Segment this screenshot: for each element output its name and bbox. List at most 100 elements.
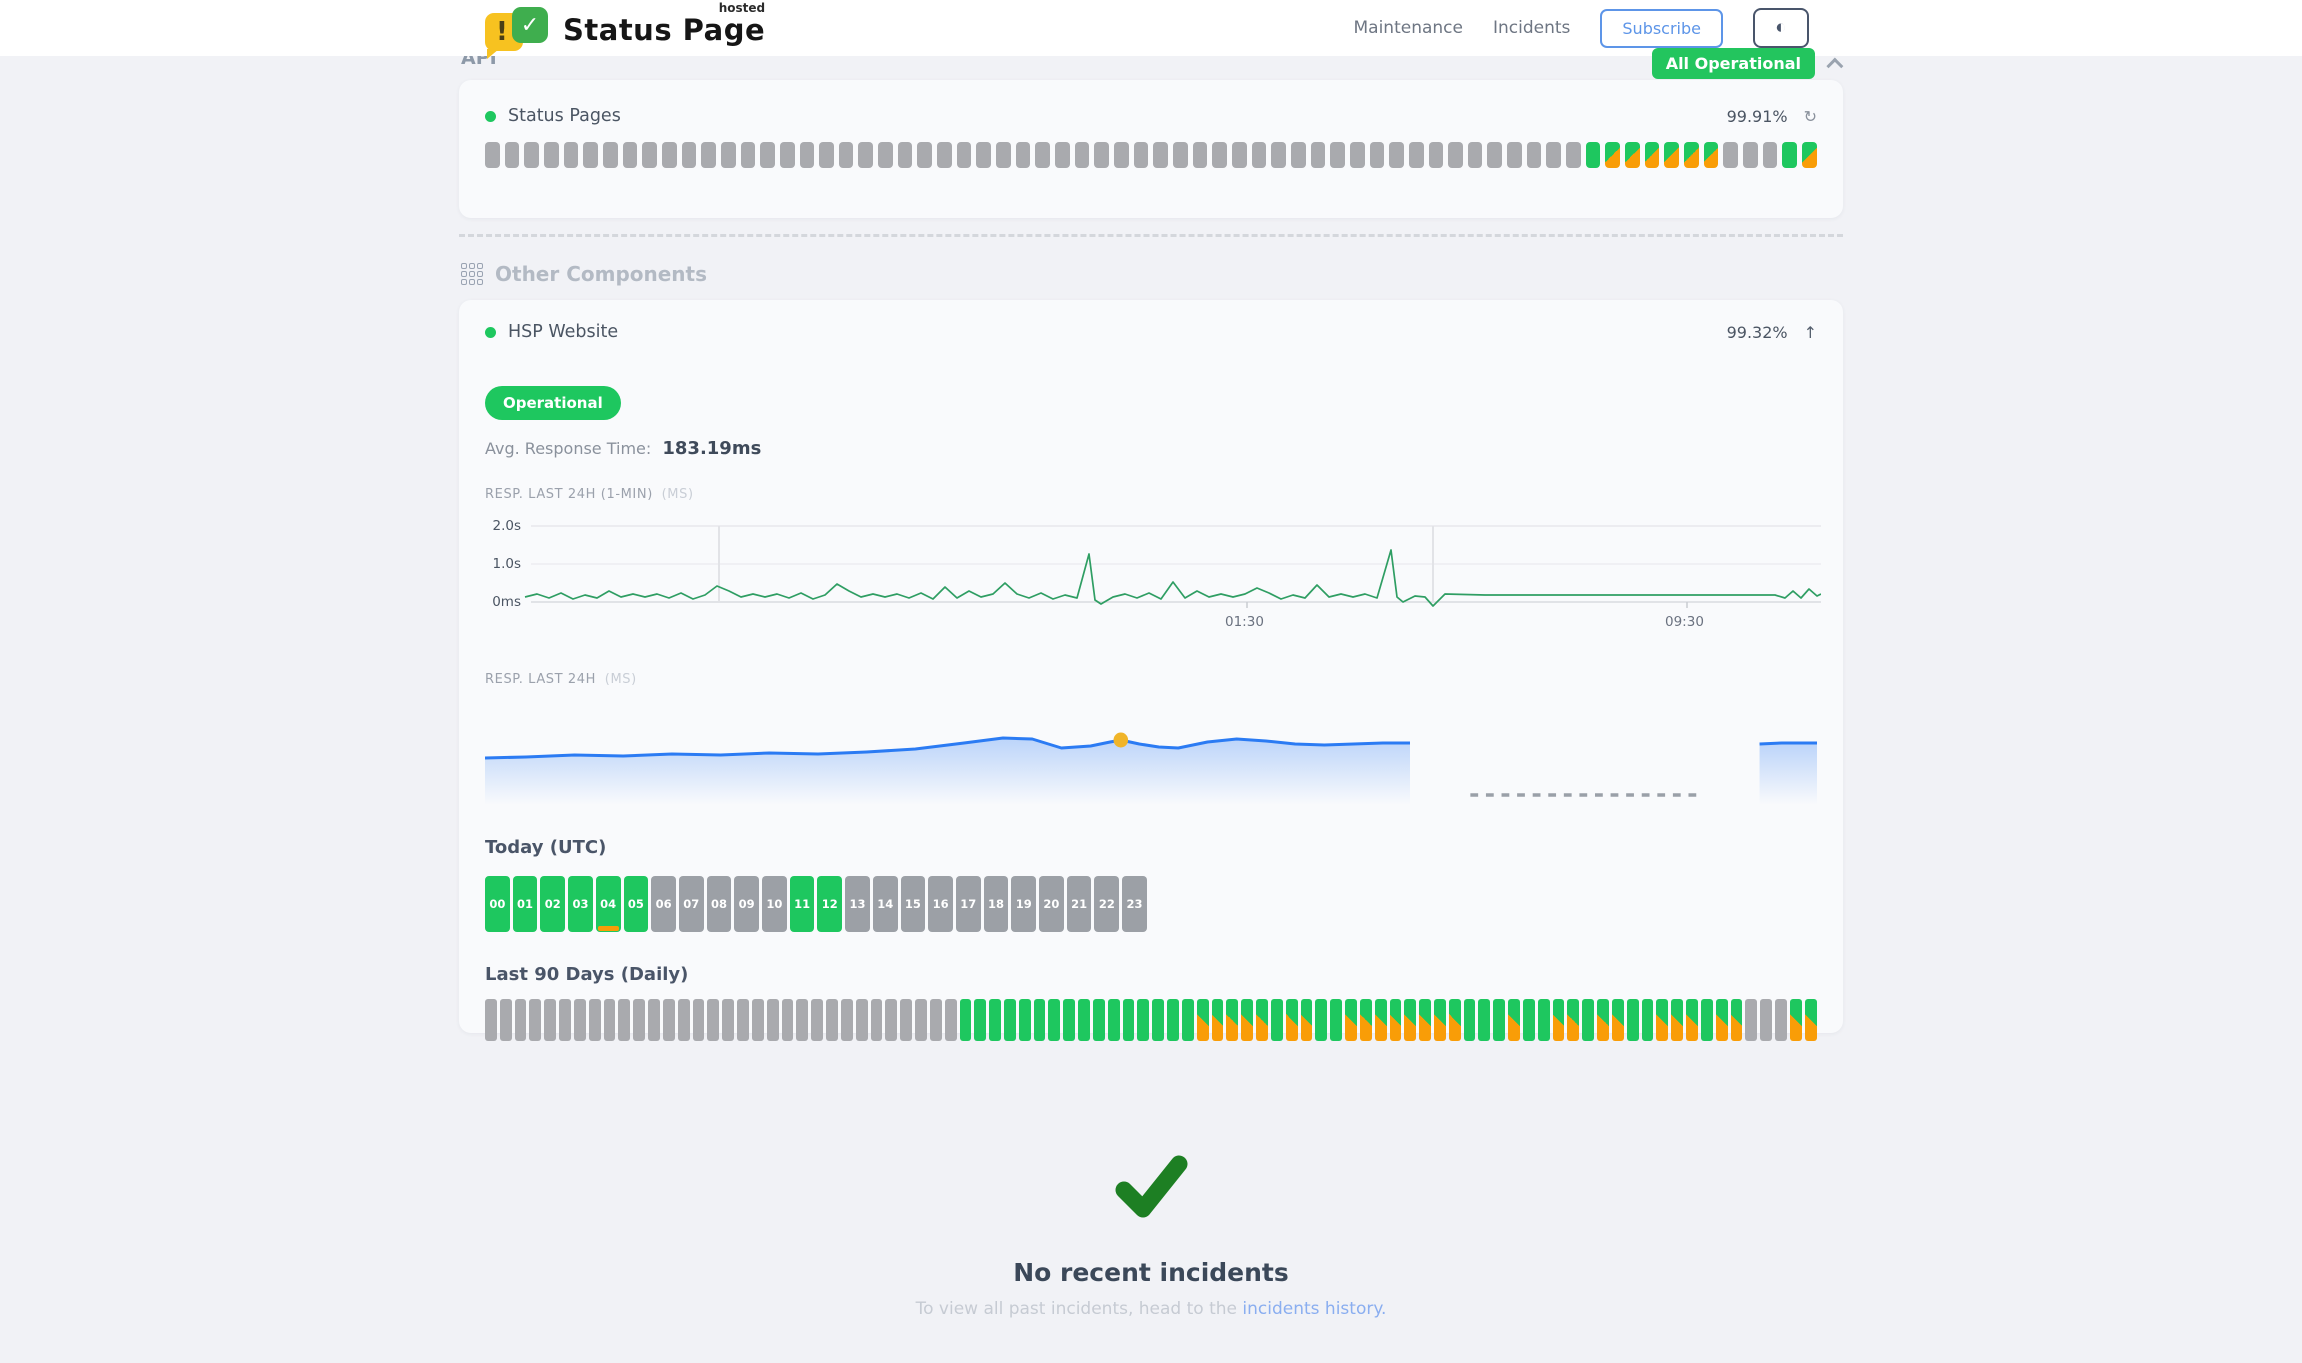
incidents-history-link[interactable]: incidents history.	[1242, 1299, 1386, 1319]
uptime-tick	[1034, 999, 1046, 1041]
all-operational-badge[interactable]: All Operational	[1652, 48, 1815, 79]
uptime-ticks-bar	[485, 142, 1817, 168]
uptime-tick	[858, 142, 873, 168]
uptime-tick	[1252, 142, 1267, 168]
uptime-tick	[544, 142, 559, 168]
subscribe-button[interactable]: Subscribe	[1600, 9, 1723, 48]
uptime-tick	[1434, 999, 1446, 1041]
hour-cell-08: 08	[707, 876, 732, 932]
uptime-tick	[1094, 142, 1109, 168]
chevron-up-icon[interactable]	[1826, 57, 1843, 74]
hour-cell-16: 16	[928, 876, 953, 932]
logo-check-bubble: ✓	[512, 7, 548, 43]
uptime-tick	[1627, 999, 1639, 1041]
uptime-tick	[996, 142, 1011, 168]
last-90-days-title: Last 90 Days (Daily)	[485, 964, 1817, 985]
uptime-tick	[1782, 142, 1797, 168]
uptime-tick	[529, 999, 541, 1041]
chart2-label: RESP. LAST 24H	[485, 672, 596, 687]
uptime-tick	[917, 142, 932, 168]
uptime-tick	[1597, 999, 1609, 1041]
uptime-tick	[1048, 999, 1060, 1041]
uptime-tick	[856, 999, 868, 1041]
uptime-tick	[767, 999, 779, 1041]
avg-response-label: Avg. Response Time:	[485, 439, 651, 458]
uptime-tick	[1671, 999, 1683, 1041]
uptime-tick	[1137, 999, 1149, 1041]
uptime-tick	[1745, 999, 1757, 1041]
contrast-icon: ◐	[1775, 17, 1786, 39]
component-name: HSP Website	[508, 322, 618, 342]
uptime-tick	[604, 999, 616, 1041]
area-fill-right	[1760, 743, 1817, 805]
uptime-tick	[1182, 999, 1194, 1041]
uptime-tick	[623, 142, 638, 168]
hour-cell-12: 12	[817, 876, 842, 932]
uptime-tick	[1656, 999, 1668, 1041]
incidents-subtitle: To view all past incidents, head to the …	[459, 1299, 1843, 1319]
hour-cell-01: 01	[513, 876, 538, 932]
hour-cell-15: 15	[901, 876, 926, 932]
hour-cell-07: 07	[679, 876, 704, 932]
uptime-tick	[1429, 142, 1444, 168]
uptime-tick	[1419, 999, 1431, 1041]
uptime-tick	[1409, 142, 1424, 168]
section-title-other-components: Other Components	[495, 262, 707, 286]
hour-cell-18: 18	[984, 876, 1009, 932]
uptime-tick	[642, 142, 657, 168]
uptime-tick	[1567, 999, 1579, 1041]
uptime-tick	[1193, 142, 1208, 168]
uptime-tick	[1241, 999, 1253, 1041]
uptime-tick	[1802, 142, 1817, 168]
nav-maintenance[interactable]: Maintenance	[1354, 18, 1463, 38]
uptime-tick	[826, 999, 838, 1041]
top-header: ! ✓ Status Page hosted Maintenance Incid…	[0, 0, 2302, 56]
uptime-tick	[878, 142, 893, 168]
hour-cell-00: 00	[485, 876, 510, 932]
uptime-tick	[1108, 999, 1120, 1041]
uptime-tick	[1153, 142, 1168, 168]
uptime-tick	[752, 999, 764, 1041]
uptime-tick	[574, 999, 586, 1041]
uptime-tick	[1370, 142, 1385, 168]
uptime-tick	[485, 999, 497, 1041]
uptime-tick	[960, 999, 972, 1041]
uptime-tick	[1390, 999, 1402, 1041]
uptime-tick	[505, 142, 520, 168]
hsp-website-card: HSP Website 99.32% ↑ Operational Avg. Re…	[459, 300, 1843, 1033]
hour-cell-22: 22	[1094, 876, 1119, 932]
hour-cell-14: 14	[873, 876, 898, 932]
hour-cell-19: 19	[1011, 876, 1036, 932]
response-time-line-chart: 2.0s 1.0s 0ms 01:30 09:30	[485, 514, 1817, 638]
uptime-tick	[898, 142, 913, 168]
nav-incidents[interactable]: Incidents	[1493, 18, 1570, 38]
uptime-tick	[1468, 142, 1483, 168]
uptime-tick	[583, 142, 598, 168]
uptime-tick	[559, 999, 571, 1041]
uptime-tick	[1271, 999, 1283, 1041]
app-title-superscript: hosted	[719, 1, 765, 15]
uptime-tick	[1016, 142, 1031, 168]
uptime-tick	[760, 142, 775, 168]
component-name: Status Pages	[508, 106, 621, 126]
component-row-hsp-website[interactable]: HSP Website	[485, 322, 618, 342]
refresh-icon[interactable]: ↻	[1804, 107, 1817, 126]
hour-cell-11: 11	[790, 876, 815, 932]
uptime-tick	[1546, 142, 1561, 168]
uptime-tick	[500, 999, 512, 1041]
hour-cell-04: 04	[596, 876, 621, 932]
uptime-tick	[1527, 142, 1542, 168]
uptime-tick	[1271, 142, 1286, 168]
avg-response-value: 183.19ms	[662, 438, 761, 459]
uptime-tick	[1311, 142, 1326, 168]
uptime-tick	[1404, 999, 1416, 1041]
uptime-tick	[976, 142, 991, 168]
theme-toggle-button[interactable]: ◐	[1753, 8, 1809, 48]
uptime-tick	[1330, 999, 1342, 1041]
uptime-tick	[1553, 999, 1565, 1041]
uptime-tick	[937, 142, 952, 168]
uptime-tick	[1173, 142, 1188, 168]
uptime-tick	[930, 999, 942, 1041]
component-row-status-pages[interactable]: Status Pages	[485, 106, 621, 126]
uptime-tick	[1723, 142, 1738, 168]
